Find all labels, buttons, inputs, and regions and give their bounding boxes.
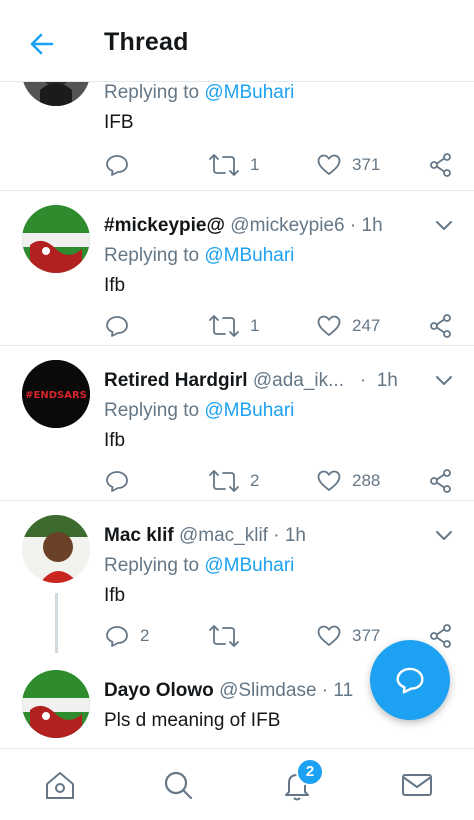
share-icon bbox=[430, 153, 451, 177]
compose-reply-button[interactable] bbox=[370, 640, 450, 720]
tweet[interactable]: Replying to @MBuhari IFB 1 371 bbox=[0, 82, 474, 191]
mention-link[interactable]: @MBuhari bbox=[204, 82, 294, 103]
reply-button[interactable] bbox=[104, 313, 140, 339]
page-title: Thread bbox=[104, 28, 189, 56]
share-button[interactable] bbox=[428, 468, 454, 494]
retweet-button[interactable] bbox=[208, 623, 250, 649]
tweet[interactable]: #mickeypie@ @mickeypie6 · 1h Replying to… bbox=[0, 191, 474, 346]
search-icon[interactable] bbox=[160, 767, 196, 803]
tweet-actions: 1 371 bbox=[104, 152, 456, 182]
retweet-icon bbox=[209, 154, 239, 176]
retweet-button[interactable]: 2 bbox=[208, 468, 259, 494]
tweet-text: Ifb bbox=[104, 430, 126, 451]
retweet-icon bbox=[209, 315, 239, 337]
tweet-text: Pls d meaning of IFB bbox=[104, 710, 281, 731]
tweet-actions: 2 288 bbox=[104, 468, 456, 498]
share-icon bbox=[430, 314, 451, 338]
top-app-bar: Thread bbox=[0, 0, 474, 82]
reply-button[interactable]: 2 bbox=[104, 623, 149, 649]
heart-icon bbox=[317, 315, 341, 336]
avatar[interactable] bbox=[22, 205, 90, 273]
tweet-actions: 1 247 bbox=[104, 313, 456, 343]
retweet-button[interactable]: 1 bbox=[208, 152, 259, 178]
bottom-navigation bbox=[0, 748, 474, 820]
handle[interactable]: @ada_ik... bbox=[253, 370, 344, 391]
reply-button[interactable] bbox=[104, 468, 140, 494]
share-icon bbox=[430, 469, 451, 493]
avatar[interactable] bbox=[22, 515, 90, 583]
chevron-down-icon[interactable] bbox=[434, 374, 454, 393]
mention-link[interactable]: @MBuhari bbox=[204, 555, 294, 576]
heart-icon bbox=[317, 625, 341, 646]
replying-to: Replying to @MBuhari bbox=[104, 245, 295, 266]
like-button[interactable]: 377 bbox=[316, 623, 380, 649]
like-button[interactable]: 247 bbox=[316, 313, 380, 339]
mention-link[interactable]: @MBuhari bbox=[204, 400, 294, 421]
handle[interactable]: @Slimdase bbox=[219, 680, 316, 701]
display-name[interactable]: #mickeypie@ bbox=[104, 215, 225, 236]
chevron-down-icon[interactable] bbox=[434, 219, 454, 238]
replying-to: Replying to @MBuhari bbox=[104, 400, 295, 421]
handle[interactable]: @mickeypie6 bbox=[230, 215, 344, 236]
handle[interactable]: @mac_klif bbox=[179, 525, 268, 546]
tweet-header: Retired Hardgirl @ada_ik... · 1h bbox=[104, 370, 398, 391]
tweet-header: #mickeypie@ @mickeypie6 · 1h bbox=[104, 215, 383, 236]
retweet-button[interactable]: 1 bbox=[208, 313, 259, 339]
like-button[interactable]: 371 bbox=[316, 152, 380, 178]
reply-bubble-icon bbox=[396, 667, 424, 694]
tweet-text: IFB bbox=[104, 112, 134, 133]
display-name[interactable]: Dayo Olowo bbox=[104, 680, 214, 701]
reply-icon bbox=[106, 316, 128, 337]
reply-button[interactable] bbox=[104, 152, 140, 178]
retweet-icon bbox=[209, 625, 239, 647]
reply-icon bbox=[106, 155, 128, 176]
tweet[interactable]: #ENDSARS Retired Hardgirl @ada_ik... · 1… bbox=[0, 346, 474, 501]
share-button[interactable] bbox=[428, 313, 454, 339]
timestamp: 1h bbox=[284, 525, 306, 546]
share-button[interactable] bbox=[428, 152, 454, 178]
display-name[interactable]: Retired Hardgirl bbox=[104, 370, 248, 391]
like-button[interactable]: 288 bbox=[316, 468, 380, 494]
mail-icon[interactable] bbox=[399, 767, 435, 803]
tweet-text: Ifb bbox=[104, 275, 126, 296]
tweet[interactable]: Mac klif @mac_klif · 1h Replying to @MBu… bbox=[0, 501, 474, 661]
timestamp: 11 bbox=[333, 680, 354, 701]
chevron-down-icon[interactable] bbox=[434, 529, 454, 548]
tweet-text: Ifb bbox=[104, 585, 126, 606]
heart-icon bbox=[317, 470, 341, 491]
avatar-label: #ENDSARS bbox=[25, 390, 87, 401]
avatar[interactable]: #ENDSARS bbox=[22, 360, 90, 428]
display-name[interactable]: Mac klif bbox=[104, 525, 174, 546]
avatar[interactable] bbox=[22, 670, 90, 738]
thread-connector bbox=[55, 593, 58, 653]
mention-link[interactable]: @MBuhari bbox=[204, 245, 294, 266]
reply-icon bbox=[106, 471, 128, 492]
retweet-icon bbox=[209, 470, 239, 492]
notifications-badge: 2 bbox=[296, 758, 324, 786]
tweet-header: Mac klif @mac_klif · 1h bbox=[104, 525, 306, 546]
timestamp: 1h bbox=[361, 215, 383, 236]
heart-icon bbox=[317, 154, 341, 175]
home-icon[interactable] bbox=[42, 767, 78, 803]
share-button[interactable] bbox=[428, 623, 454, 649]
timestamp: 1h bbox=[376, 370, 398, 391]
avatar[interactable] bbox=[22, 82, 90, 106]
replying-to: Replying to @MBuhari bbox=[104, 555, 295, 576]
share-icon bbox=[430, 624, 451, 648]
replying-to: Replying to @MBuhari bbox=[104, 82, 295, 103]
reply-icon bbox=[106, 626, 128, 647]
back-arrow-icon[interactable] bbox=[26, 28, 58, 60]
tweet-header: Dayo Olowo @Slimdase · 11 bbox=[104, 680, 354, 701]
